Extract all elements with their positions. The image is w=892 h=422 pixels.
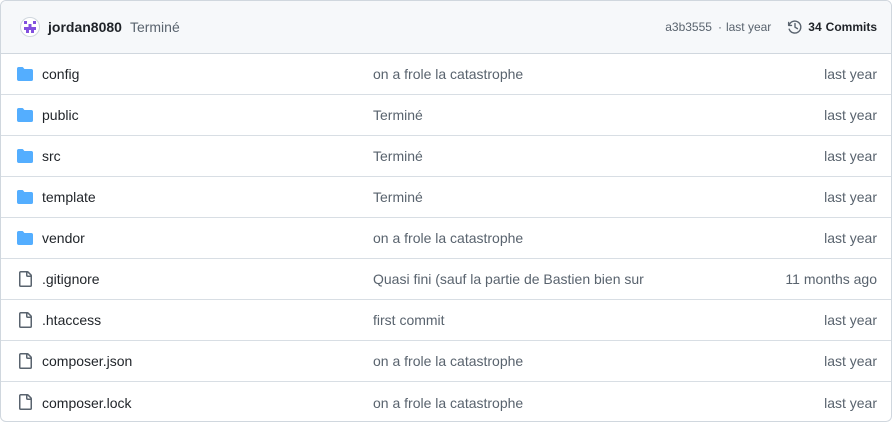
commit-message-link[interactable]: Terminé	[373, 107, 423, 123]
separator-dot: ·	[717, 20, 722, 34]
file-row[interactable]: .htaccess first commit last year	[1, 300, 891, 341]
file-list: config on a frole la catastrophe last year…	[1, 54, 891, 421]
commits-label: Commits	[825, 20, 877, 34]
history-icon	[787, 19, 803, 35]
commit-author-link[interactable]: jordan8080	[48, 19, 122, 35]
file-browser: jordan8080 Terminé a3b3555 · last year 3…	[0, 0, 892, 422]
file-row[interactable]: config on a frole la catastrophe last year	[1, 54, 891, 95]
file-icon	[17, 353, 33, 369]
folder-name-link[interactable]: src	[42, 148, 61, 164]
folder-icon	[17, 189, 33, 205]
file-name-link[interactable]: composer.lock	[42, 395, 131, 411]
file-row[interactable]: composer.json on a frole la catastrophe la…	[1, 341, 891, 382]
folder-name-link[interactable]: vendor	[42, 230, 85, 246]
folder-icon	[17, 107, 33, 123]
last-modified-time: 11 months ago	[785, 271, 877, 287]
file-name-link[interactable]: .htaccess	[42, 312, 101, 328]
file-row[interactable]: .gitignore Quasi fini (sauf la partie de …	[1, 259, 891, 300]
folder-icon	[17, 148, 33, 164]
file-icon	[17, 312, 33, 328]
folder-name-link[interactable]: template	[42, 189, 96, 205]
last-modified-time: last year	[824, 107, 877, 123]
latest-commit-message[interactable]: Terminé	[130, 19, 180, 35]
folder-icon	[17, 66, 33, 82]
last-modified-time: last year	[824, 66, 877, 82]
last-modified-time: last year	[824, 312, 877, 328]
last-modified-time: last year	[824, 148, 877, 164]
file-row[interactable]: src Terminé last year	[1, 136, 891, 177]
commit-message-link[interactable]: Terminé	[373, 148, 423, 164]
commit-message-link[interactable]: on a frole la catastrophe	[373, 230, 523, 246]
folder-name-link[interactable]: config	[42, 66, 79, 82]
commit-message-link[interactable]: on a frole la catastrophe	[373, 395, 523, 411]
last-modified-time: last year	[824, 353, 877, 369]
folder-name-link[interactable]: public	[42, 107, 79, 123]
avatar-identicon-icon	[24, 21, 36, 33]
avatar[interactable]	[20, 17, 40, 37]
commit-message-link[interactable]: on a frole la catastrophe	[373, 66, 523, 82]
commit-message-link[interactable]: on a frole la catastrophe	[373, 353, 523, 369]
commit-count: 34	[808, 20, 822, 34]
file-row[interactable]: template Terminé last year	[1, 177, 891, 218]
file-row[interactable]: vendor on a frole la catastrophe last year	[1, 218, 891, 259]
last-modified-time: last year	[824, 394, 877, 411]
commit-hash-link[interactable]: a3b3555	[665, 20, 712, 34]
commit-message-link[interactable]: first commit	[373, 312, 445, 328]
commit-message-link[interactable]: Terminé	[373, 189, 423, 205]
file-name-link[interactable]: .gitignore	[42, 271, 100, 287]
file-name-link[interactable]: composer.json	[42, 353, 132, 369]
file-row[interactable]: composer.lock on a frole la catastrophe la…	[1, 382, 891, 421]
file-row[interactable]: public Terminé last year	[1, 95, 891, 136]
last-modified-time: last year	[824, 230, 877, 246]
folder-icon	[17, 230, 33, 246]
last-modified-time: last year	[824, 189, 877, 205]
file-icon	[17, 271, 33, 287]
commit-message-link[interactable]: Quasi fini (sauf la partie de Bastien bi…	[373, 271, 644, 287]
commit-time: last year	[725, 20, 772, 34]
commits-history-link[interactable]: 34 Commits	[787, 19, 877, 35]
file-icon	[17, 394, 33, 410]
latest-commit-bar: jordan8080 Terminé a3b3555 · last year 3…	[1, 1, 891, 54]
